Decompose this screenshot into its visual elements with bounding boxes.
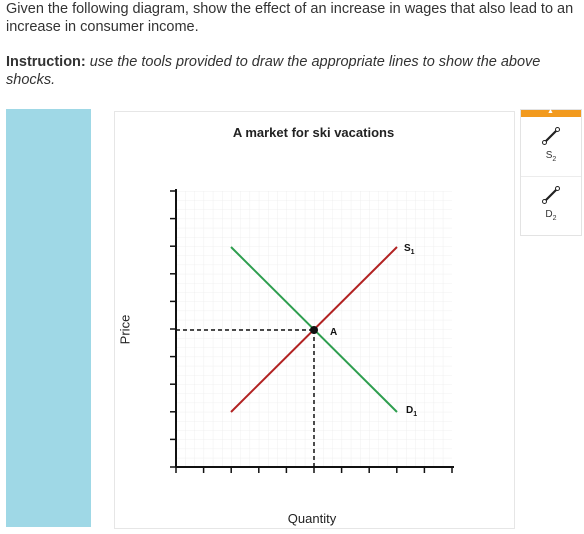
toolbar-collapse-button[interactable]: ▲ [521,108,581,117]
tool-s2-label: S2 [521,150,581,163]
line-tool-icon [542,127,560,145]
supply-label-sub: 1 [411,249,415,256]
drawing-toolbar: ▲ S2 D2 [520,108,582,236]
line-tool-icon [542,186,560,204]
demand-label-letter: D [406,405,413,416]
demand-label-sub: 1 [413,411,417,418]
tool-d2-sub: 2 [552,215,557,222]
collapse-arrow-icon: ▲ [547,108,554,115]
tool-s2-sub: 2 [552,156,557,163]
tool-d2-label: D2 [521,209,581,222]
tool-demand-d2[interactable]: D2 [521,176,581,232]
tool-d2-letter: D [545,209,553,220]
chart-svg: A S1 D1 [170,189,454,473]
tool-supply-s2[interactable]: S2 [521,118,581,173]
equilibrium-label: A [330,327,337,338]
equilibrium-point[interactable] [310,326,318,334]
